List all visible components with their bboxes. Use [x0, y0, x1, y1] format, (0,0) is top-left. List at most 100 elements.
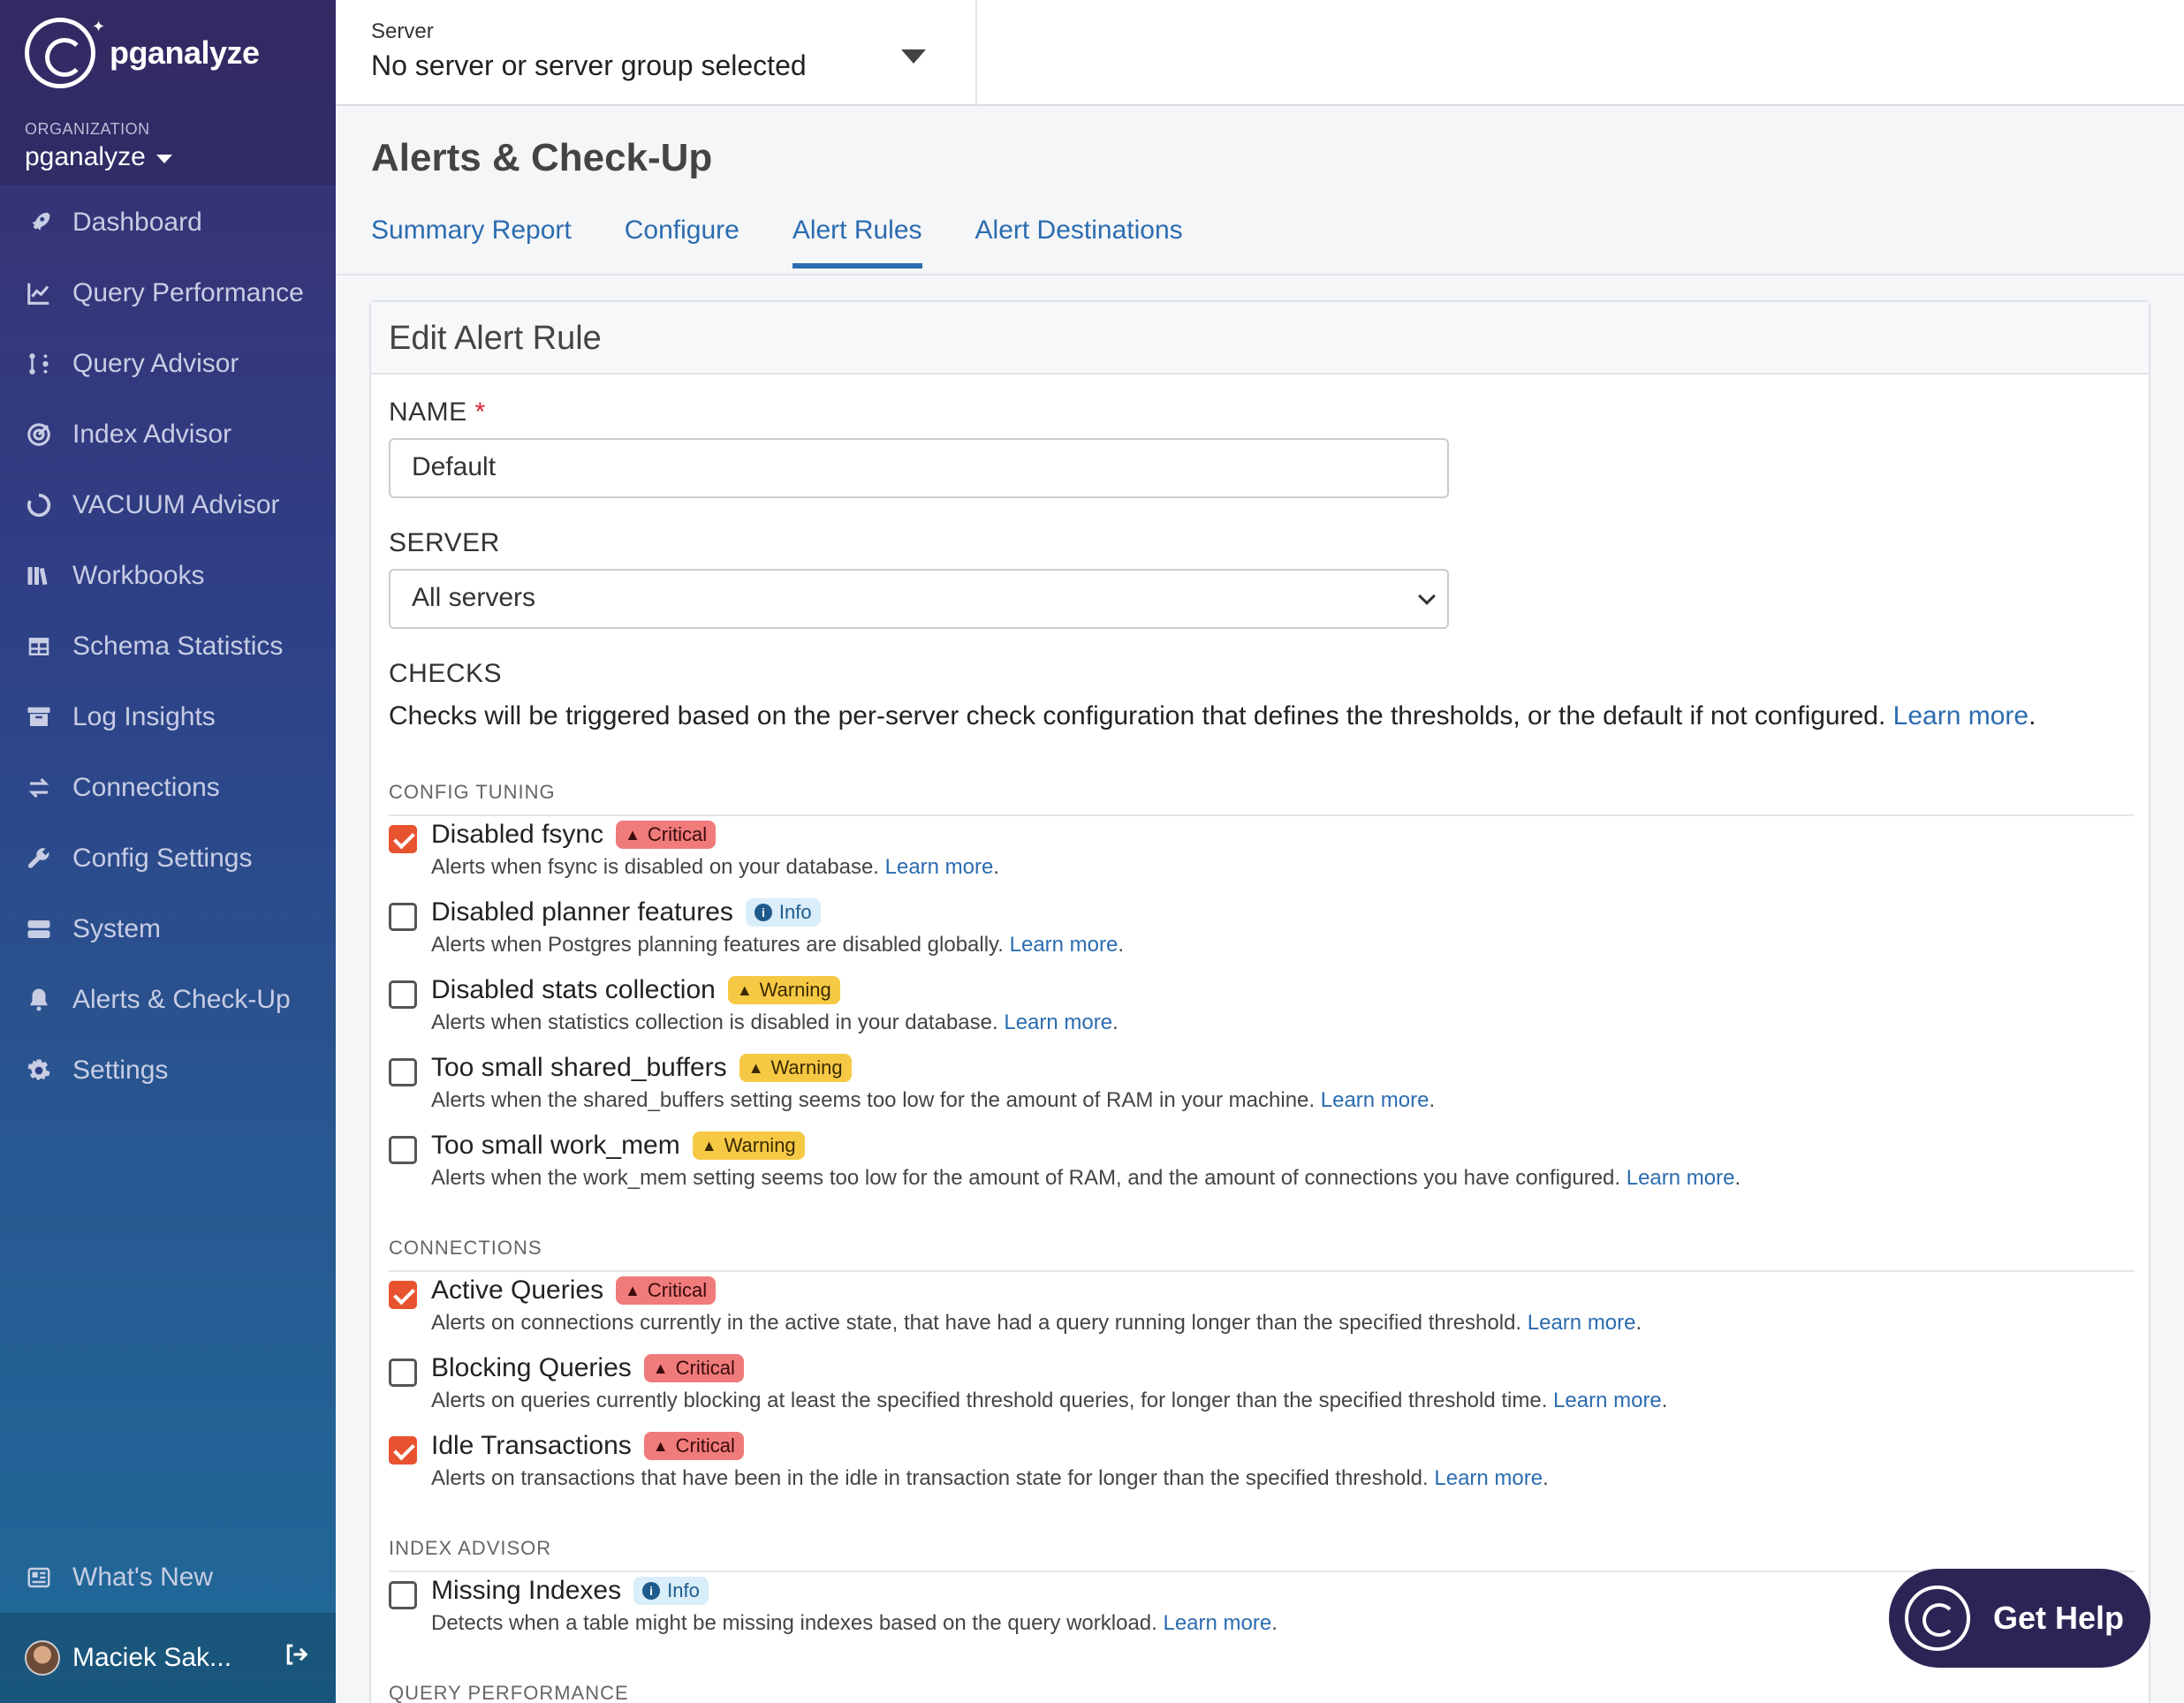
info-icon: i	[754, 904, 772, 921]
tab-alert-rules[interactable]: Alert Rules	[792, 216, 922, 269]
check-description-text: Alerts when Postgres planning features a…	[431, 933, 1004, 957]
learn-more-link[interactable]: Learn more	[1528, 1311, 1636, 1335]
server-field-label: SERVER	[389, 528, 500, 557]
check-checkbox[interactable]	[389, 980, 417, 1009]
sidebar-item-label: Index Advisor	[72, 420, 232, 449]
check-checkbox[interactable]	[389, 903, 417, 931]
check-checkbox[interactable]	[389, 1436, 417, 1465]
severity-label: Critical	[647, 823, 708, 845]
severity-label: Critical	[675, 1357, 735, 1379]
sidebar-item-label: Query Performance	[72, 278, 304, 307]
check-description: Alerts when the shared_buffers setting s…	[431, 1088, 1436, 1112]
check-checkbox[interactable]	[389, 1281, 417, 1309]
pganalyze-logo-icon	[25, 18, 95, 88]
section-header: INDEX ADVISOR	[389, 1537, 2135, 1572]
server-select[interactable]: All servers	[389, 569, 1449, 629]
check-title: Idle Transactions ▲ Critical	[431, 1431, 744, 1461]
check-description-text: Alerts when the work_mem setting seems t…	[431, 1166, 1621, 1190]
check-title: Too small shared_buffers ▲ Warning	[431, 1053, 852, 1083]
sidebar-item-settings[interactable]: Settings	[0, 1035, 336, 1106]
sidebar-item-label: Connections	[72, 773, 220, 802]
check-item: Disabled planner features i Info Alerts whe…	[389, 897, 2135, 968]
learn-more-link[interactable]: Learn more	[1434, 1466, 1543, 1490]
check-checkbox[interactable]	[389, 825, 417, 853]
learn-more-link[interactable]: Learn more	[1163, 1611, 1271, 1635]
learn-more-link[interactable]: Learn more	[1893, 701, 2029, 730]
sidebar-item-label: Workbooks	[72, 561, 205, 590]
chart-line-icon	[25, 279, 53, 307]
check-checkbox[interactable]	[389, 1136, 417, 1164]
checks-label: CHECKS	[389, 659, 503, 688]
severity-label: Critical	[675, 1434, 735, 1457]
sidebar-item-workbooks[interactable]: Workbooks	[0, 541, 336, 611]
severity-label: Warning	[759, 979, 831, 1001]
check-item: Disabled stats collection ▲ Warning Alerts …	[389, 975, 2135, 1046]
sidebar-item-label: Config Settings	[72, 844, 253, 873]
server-selector[interactable]: Server No server or server group selecte…	[336, 0, 977, 106]
check-title: Too small work_mem ▲ Warning	[431, 1131, 805, 1161]
learn-more-link[interactable]: Learn more	[885, 855, 994, 879]
check-name: Disabled stats collection	[431, 975, 716, 1004]
check-description-text: Alerts when statistics collection is dis…	[431, 1010, 998, 1034]
warning-triangle-icon: ▲	[736, 980, 753, 999]
organization-switcher[interactable]: ORGANIZATION pganalyze	[0, 106, 336, 185]
sidebar-item-vacuum-advisor[interactable]: VACUUM Advisor	[0, 470, 336, 541]
check-checkbox[interactable]	[389, 1359, 417, 1387]
check-item: Disabled fsync ▲ Critical Alerts when fsync…	[389, 820, 2135, 890]
gear-icon	[25, 1056, 53, 1085]
learn-more-link[interactable]: Learn more	[1321, 1088, 1429, 1112]
warning-triangle-icon: ▲	[747, 1058, 764, 1077]
check-name: Missing Indexes	[431, 1576, 622, 1605]
sidebar-item-alerts-check-up[interactable]: Alerts & Check-Up	[0, 965, 336, 1035]
name-input[interactable]: Default	[389, 438, 1449, 498]
brand-name: pganalyze	[110, 34, 260, 71]
server-selector-label: Server	[371, 19, 434, 43]
sidebar-item-label: Schema Statistics	[72, 632, 284, 661]
check-title: Blocking Queries ▲ Critical	[431, 1353, 744, 1383]
archive-icon	[25, 703, 53, 731]
logout-icon[interactable]	[283, 1641, 309, 1675]
check-description: Alerts on queries currently blocking at …	[431, 1389, 1668, 1412]
sidebar-item-schema-statistics[interactable]: Schema Statistics	[0, 611, 336, 682]
sidebar-item-dashboard[interactable]: Dashboard	[0, 187, 336, 258]
wrench-icon	[25, 844, 53, 873]
sidebar-item-config-settings[interactable]: Config Settings	[0, 823, 336, 894]
get-help-button[interactable]: Get Help	[1889, 1569, 2150, 1668]
tab-bar: Summary Report Configure Alert Rules Alert …	[371, 216, 1236, 269]
check-item: Missing Indexes i Info Detects when a table…	[389, 1576, 2135, 1646]
top-bar: Server No server or server group selecte…	[336, 0, 2184, 106]
learn-more-link[interactable]: Learn more	[1010, 933, 1119, 957]
user-menu[interactable]: Maciek Sak...	[0, 1613, 336, 1703]
bell-icon	[25, 986, 53, 1014]
sidebar-item-label: VACUUM Advisor	[72, 490, 280, 519]
check-description-text: Detects when a table might be missing in…	[431, 1611, 1157, 1635]
check-checkbox[interactable]	[389, 1058, 417, 1086]
check-name: Idle Transactions	[431, 1431, 632, 1460]
warning-triangle-icon: ▲	[652, 1436, 669, 1455]
tab-configure[interactable]: Configure	[625, 216, 739, 269]
learn-more-link[interactable]: Learn more	[1627, 1166, 1735, 1190]
check-checkbox[interactable]	[389, 1581, 417, 1609]
severity-badge: ▲ Warning	[739, 1054, 852, 1082]
learn-more-link[interactable]: Learn more	[1553, 1389, 1662, 1412]
check-item: Active Queries ▲ Critical Alerts on connect…	[389, 1275, 2135, 1346]
severity-label: Critical	[647, 1279, 708, 1301]
sparkle-icon: ✦	[92, 18, 106, 35]
check-name: Too small work_mem	[431, 1131, 680, 1160]
tab-summary-report[interactable]: Summary Report	[371, 216, 572, 269]
check-title: Disabled fsync ▲ Critical	[431, 820, 717, 850]
sidebar-item-connections[interactable]: Connections	[0, 753, 336, 823]
sidebar-item-query-performance[interactable]: Query Performance	[0, 258, 336, 329]
caret-down-icon	[901, 49, 926, 64]
tab-alert-destinations[interactable]: Alert Destinations	[975, 216, 1183, 269]
sidebar-item-system[interactable]: System	[0, 894, 336, 965]
check-description-text: Alerts on connections currently in the a…	[431, 1311, 1522, 1335]
sidebar-item-log-insights[interactable]: Log Insights	[0, 682, 336, 753]
sidebar-item-query-advisor[interactable]: Query Advisor	[0, 329, 336, 399]
learn-more-link[interactable]: Learn more	[1004, 1010, 1112, 1034]
sidebar-item-whats-new[interactable]: What's New	[0, 1542, 336, 1613]
table-icon	[25, 632, 53, 661]
sidebar-item-label: Settings	[72, 1056, 169, 1085]
brand[interactable]: ✦ pganalyze	[0, 0, 336, 106]
sidebar-item-index-advisor[interactable]: Index Advisor	[0, 399, 336, 470]
